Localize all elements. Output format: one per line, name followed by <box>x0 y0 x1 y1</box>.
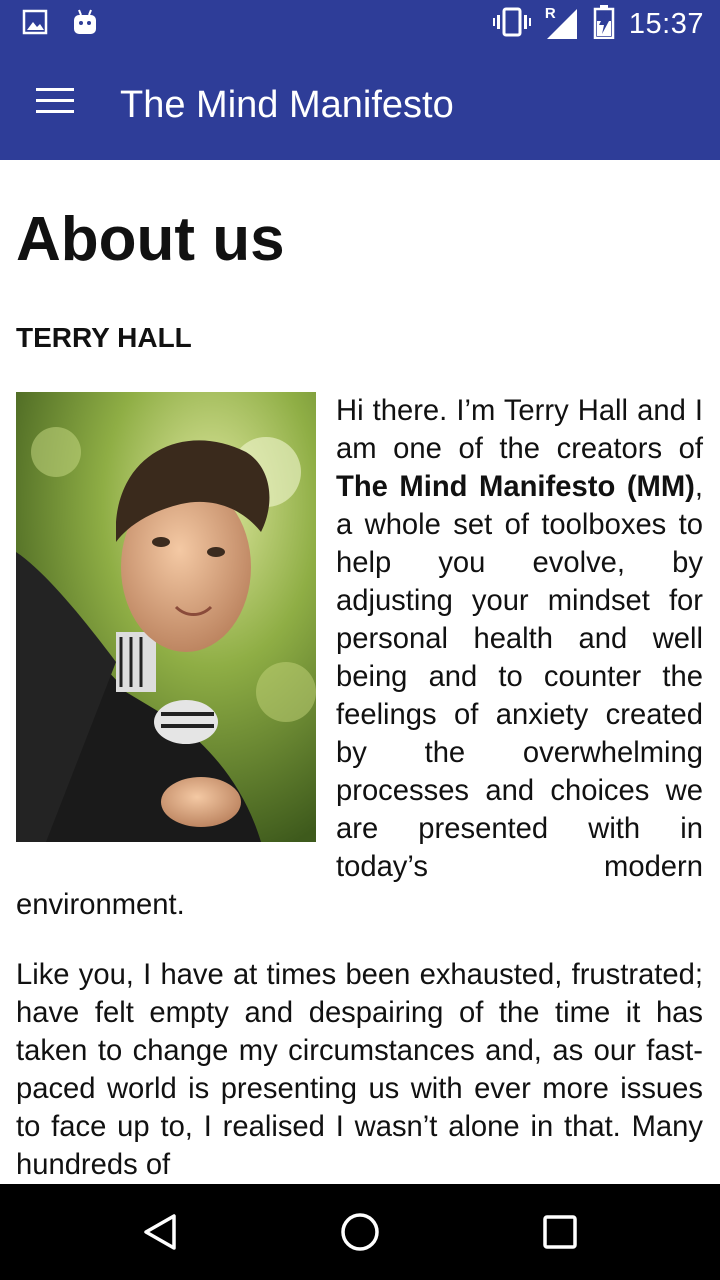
second-paragraph: Like you, I have at times been exhausted… <box>16 959 703 1181</box>
app-title: The Mind Manifesto <box>120 84 454 126</box>
roaming-label: R <box>544 5 556 22</box>
status-bar: R 15:37 <box>0 0 720 48</box>
app-bar: The Mind Manifesto <box>0 48 720 160</box>
scrollable-content[interactable]: About us TERRY HALL Hi there. I’m Terry … <box>0 160 720 1184</box>
home-icon[interactable] <box>336 1208 384 1256</box>
image-notification-icon <box>22 9 48 40</box>
page-title: About us <box>16 205 285 274</box>
recents-icon[interactable] <box>536 1208 584 1256</box>
clock: 15:37 <box>628 7 704 40</box>
article-body: Hi there. I’m Terry Hall and I am one of… <box>16 392 703 1184</box>
battery-charging-icon <box>593 4 615 44</box>
vibrate-icon <box>492 6 531 43</box>
author-heading: TERRY HALL <box>16 322 192 353</box>
back-icon[interactable] <box>136 1208 184 1256</box>
signal-icon: R <box>544 5 579 41</box>
product-name: The Mind Manifesto (MM) <box>336 471 695 503</box>
author-photo <box>16 392 316 842</box>
navigation-bar <box>0 1184 720 1280</box>
hamburger-menu-icon[interactable] <box>22 78 74 130</box>
android-notification-icon <box>72 8 98 41</box>
intro-text-start: Hi there. I’m Terry Hall and I am one of… <box>336 395 703 465</box>
